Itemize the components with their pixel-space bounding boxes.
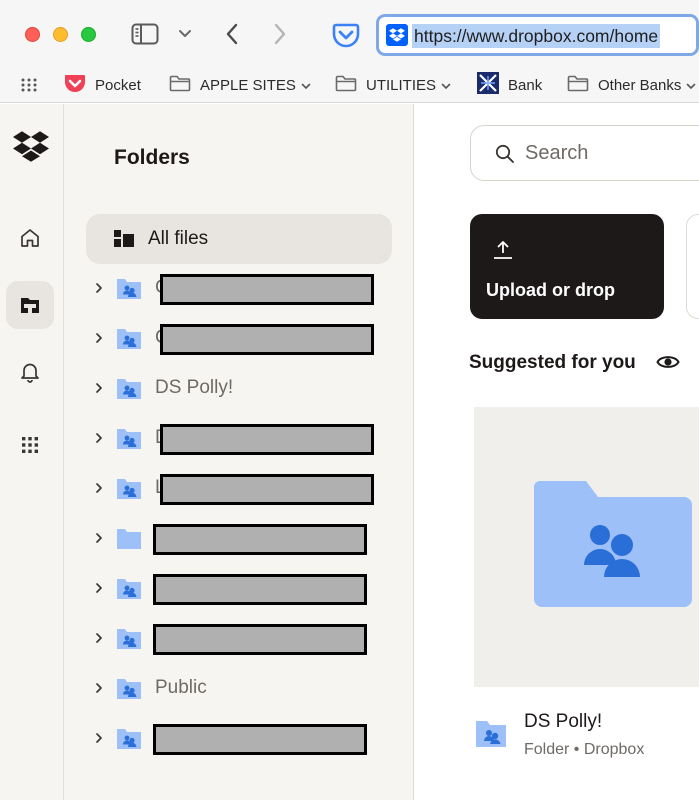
folders-panel: Folders All files CC DS Polly! DL Public xyxy=(64,104,414,800)
shared-folder-icon xyxy=(116,428,142,455)
redaction-box xyxy=(160,474,374,505)
chevron-right-icon[interactable] xyxy=(95,381,103,399)
pocket-icon xyxy=(64,73,86,97)
dropbox-logo-icon[interactable] xyxy=(13,131,49,167)
address-bar[interactable]: https://www.dropbox.com/home xyxy=(376,14,699,56)
shared-folder-icon xyxy=(116,678,142,705)
redaction-box xyxy=(153,574,367,605)
bookmark-label: Pocket xyxy=(95,76,141,94)
folder-label: DS Polly! xyxy=(155,377,234,398)
folders-title: Folders xyxy=(114,146,190,169)
zoom-window-button[interactable] xyxy=(81,27,96,42)
bookmark-label: Bank xyxy=(508,76,543,94)
shared-folder-icon xyxy=(474,719,508,754)
apps-grid-icon[interactable] xyxy=(6,421,54,469)
bookmark-folder-other-banks[interactable]: Other Banks xyxy=(567,72,696,98)
tab-group-chevron-down-icon[interactable] xyxy=(174,22,196,46)
folder-row[interactable]: D xyxy=(64,414,414,464)
shared-folder-icon xyxy=(116,578,142,605)
chevron-right-icon[interactable] xyxy=(95,431,103,449)
bookmark-pocket[interactable]: Pocket xyxy=(64,72,141,98)
chevron-right-icon[interactable] xyxy=(95,581,103,599)
chevron-down-icon xyxy=(686,77,696,94)
shared-folder-icon xyxy=(534,481,692,614)
folder-icon xyxy=(335,75,357,96)
bookmark-label: APPLE SITES xyxy=(200,76,296,94)
close-window-button[interactable] xyxy=(25,27,40,42)
folder-icon xyxy=(169,75,191,96)
forward-arrow-icon[interactable] xyxy=(266,20,294,48)
redaction-box xyxy=(160,274,374,305)
folder-icon xyxy=(567,75,589,96)
all-files-item[interactable]: All files xyxy=(86,214,392,264)
main-content: Search Upload or drop Suggested for you … xyxy=(415,104,699,800)
suggested-item-name[interactable]: DS Polly! xyxy=(524,711,602,733)
folder-label: Public xyxy=(155,677,207,698)
bookmark-label: Other Banks xyxy=(598,76,682,94)
chevron-right-icon[interactable] xyxy=(95,281,103,299)
folder-row[interactable]: C xyxy=(64,264,414,314)
chevron-down-icon xyxy=(301,77,311,94)
search-placeholder: Search xyxy=(525,142,589,164)
chevron-down-icon xyxy=(441,77,451,94)
pocket-extension-icon[interactable] xyxy=(330,20,362,50)
back-arrow-icon[interactable] xyxy=(218,20,246,48)
bookmarks-bar: Pocket APPLE SITES UTILITIES Bank Other … xyxy=(0,68,699,103)
upload-label: Upload or drop xyxy=(486,280,615,300)
chevron-right-icon[interactable] xyxy=(95,481,103,499)
bookmark-folder-apple-sites[interactable]: APPLE SITES xyxy=(169,72,311,98)
all-files-label: All files xyxy=(148,228,209,249)
minimize-window-button[interactable] xyxy=(53,27,68,42)
suggested-title: Suggested for you xyxy=(469,352,636,373)
bookmarks-grid-icon[interactable] xyxy=(20,72,38,98)
chevron-right-icon[interactable] xyxy=(95,331,103,349)
suggested-folder-preview[interactable] xyxy=(474,407,699,687)
redaction-box xyxy=(153,624,367,655)
search-icon xyxy=(495,144,515,169)
folder-row[interactable]: Public xyxy=(64,664,414,714)
folder-row[interactable] xyxy=(64,564,414,614)
create-card-partial[interactable] xyxy=(686,214,699,319)
shared-folder-icon xyxy=(116,628,142,655)
folder-row[interactable] xyxy=(64,614,414,664)
folder-row[interactable] xyxy=(64,514,414,564)
folder-icon xyxy=(116,528,142,555)
url-text[interactable]: https://www.dropbox.com/home xyxy=(412,24,661,48)
folder-row[interactable] xyxy=(64,714,414,764)
suggested-item-meta: Folder • Dropbox xyxy=(524,741,645,758)
bookmark-bank[interactable]: Bank xyxy=(477,72,542,98)
search-input[interactable]: Search xyxy=(470,125,699,181)
files-icon[interactable] xyxy=(6,281,54,329)
redaction-box xyxy=(160,424,374,455)
upload-arrow-icon xyxy=(492,240,514,265)
shared-folder-icon xyxy=(116,328,142,355)
shared-folder-icon xyxy=(116,378,142,405)
chevron-right-icon[interactable] xyxy=(95,731,103,749)
sidebar-toggle-icon[interactable] xyxy=(130,20,160,48)
shared-folder-icon xyxy=(116,728,142,755)
chevron-right-icon[interactable] xyxy=(95,681,103,699)
dropbox-favicon-icon xyxy=(386,24,408,46)
bookmark-folder-utilities[interactable]: UTILITIES xyxy=(335,72,451,98)
chevron-right-icon[interactable] xyxy=(95,631,103,649)
chevron-right-icon[interactable] xyxy=(95,531,103,549)
folder-row[interactable]: DS Polly! xyxy=(64,364,414,414)
home-icon[interactable] xyxy=(6,214,54,262)
bell-icon[interactable] xyxy=(6,348,54,396)
shared-folder-icon xyxy=(116,278,142,305)
folder-row[interactable]: C xyxy=(64,314,414,364)
dropbox-nav-rail xyxy=(0,104,64,800)
bank-icon xyxy=(477,72,499,98)
browser-toolbar: https://www.dropbox.com/home xyxy=(0,0,699,68)
redaction-box xyxy=(160,324,374,355)
redaction-box xyxy=(153,524,367,555)
shared-folder-icon xyxy=(116,478,142,505)
all-files-icon xyxy=(114,230,134,252)
eye-icon[interactable] xyxy=(656,352,680,377)
folder-row[interactable]: L xyxy=(64,464,414,514)
bookmark-label: UTILITIES xyxy=(366,76,437,94)
redaction-box xyxy=(153,724,367,755)
upload-or-drop-button[interactable]: Upload or drop xyxy=(470,214,664,319)
